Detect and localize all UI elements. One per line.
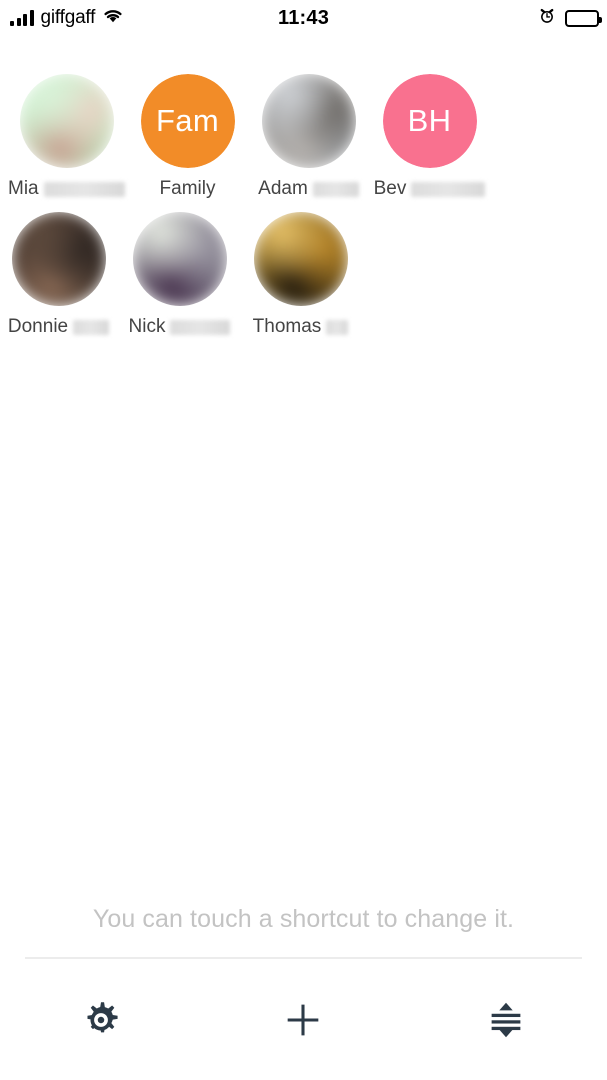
avatar-thomas[interactable] <box>253 212 348 306</box>
redacted-surname <box>411 181 486 197</box>
avatar-mia[interactable] <box>19 74 114 168</box>
settings-button[interactable] <box>0 982 202 1062</box>
bottom-toolbar <box>0 982 607 1062</box>
redacted-surname <box>73 319 110 335</box>
redacted-surname <box>43 181 125 197</box>
shortcut-item[interactable]: Nick <box>121 212 238 338</box>
shortcut-item[interactable]: Mia <box>8 74 125 200</box>
shortcut-item[interactable]: Fam Family <box>129 74 246 200</box>
shortcut-item[interactable]: BH Bev <box>371 74 488 200</box>
shortcut-label: Adam <box>258 178 359 200</box>
shortcut-item[interactable]: Thomas <box>242 212 359 338</box>
avatar-donnie[interactable] <box>11 212 106 306</box>
shortcut-name: Bev <box>373 178 407 199</box>
shortcut-label: Donnie <box>7 316 110 338</box>
plus-icon <box>280 997 326 1048</box>
shortcut-name: Donnie <box>7 316 69 337</box>
shortcut-item[interactable]: Adam <box>250 74 367 200</box>
reorder-button[interactable] <box>405 982 607 1062</box>
status-bar-right <box>538 7 602 30</box>
shortcut-name: Nick <box>128 316 166 337</box>
shortcut-label: Bev <box>374 178 486 200</box>
divider <box>25 957 582 959</box>
redacted-surname <box>170 319 231 335</box>
shortcut-label: Family <box>160 178 216 200</box>
shortcut-name: Thomas <box>252 316 322 337</box>
avatar-family[interactable]: Fam <box>140 74 235 168</box>
redacted-surname <box>326 319 349 335</box>
shortcut-label: Mia <box>8 178 125 200</box>
battery-low-icon <box>565 9 602 27</box>
shortcut-label: Nick <box>129 316 231 338</box>
add-shortcut-button[interactable] <box>202 982 404 1062</box>
avatar-adam[interactable] <box>261 74 356 168</box>
app-screen: giffgaff 11:43 Mia Fam Family Adam BH Be… <box>0 0 607 1080</box>
hint-text: You can touch a shortcut to change it. <box>92 905 515 933</box>
avatar-bev[interactable]: BH <box>382 74 477 168</box>
sort-reorder-icon <box>483 997 529 1048</box>
shortcut-grid: Mia Fam Family Adam BH Bev Donnie Nick Thomas <box>0 74 607 350</box>
shortcut-name: Mia <box>8 178 39 199</box>
clock-label: 11:43 <box>277 6 330 29</box>
alarm-clock-icon <box>538 7 556 30</box>
avatar-initials: BH <box>407 103 452 138</box>
shortcut-item[interactable]: Donnie <box>0 212 117 338</box>
avatar-nick[interactable] <box>132 212 227 306</box>
shortcut-label: Thomas <box>253 316 349 338</box>
gear-icon <box>78 997 124 1048</box>
avatar-initials: Fam <box>156 103 219 138</box>
redacted-surname <box>312 181 359 197</box>
shortcut-name: Family <box>159 178 216 199</box>
status-bar: giffgaff 11:43 <box>0 0 607 36</box>
shortcut-name: Adam <box>258 178 308 199</box>
